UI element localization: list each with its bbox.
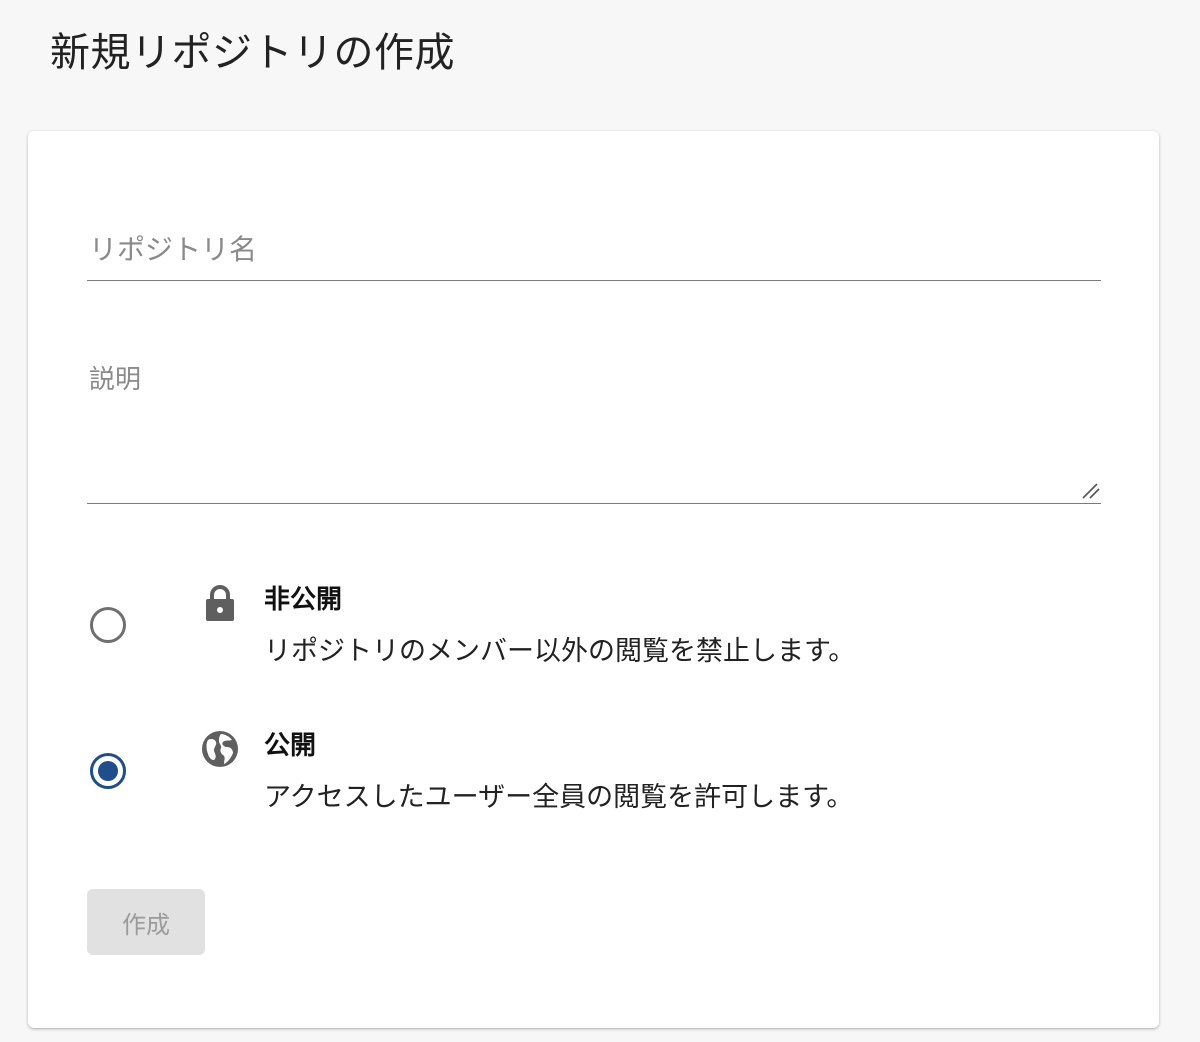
create-repository-card: 非公開 リポジトリのメンバー以外の閲覧を禁止します。 公開 アクセスしたユーザー… — [28, 131, 1159, 1028]
public-option-label: 公開 — [264, 731, 317, 761]
resize-handle-icon[interactable] — [1079, 478, 1101, 500]
visibility-option-private[interactable]: 非公開 リポジトリのメンバー以外の閲覧を禁止します。 — [87, 571, 1101, 681]
globe-icon — [202, 731, 238, 767]
private-radio[interactable] — [90, 607, 126, 643]
radio-selected-dot — [98, 761, 118, 781]
description-textarea[interactable] — [87, 351, 1101, 503]
page-title: 新規リポジトリの作成 — [50, 30, 455, 76]
repository-name-field — [87, 223, 1101, 281]
private-option-label: 非公開 — [264, 585, 343, 615]
repository-name-input[interactable] — [87, 223, 1101, 280]
lock-icon — [206, 585, 234, 621]
description-field — [87, 351, 1101, 504]
public-radio[interactable] — [90, 753, 126, 789]
public-option-description: アクセスしたユーザー全員の閲覧を許可します。 — [264, 782, 854, 813]
visibility-option-public[interactable]: 公開 アクセスしたユーザー全員の閲覧を許可します。 — [87, 717, 1101, 827]
create-button[interactable]: 作成 — [87, 889, 205, 955]
private-option-description: リポジトリのメンバー以外の閲覧を禁止します。 — [264, 636, 856, 667]
